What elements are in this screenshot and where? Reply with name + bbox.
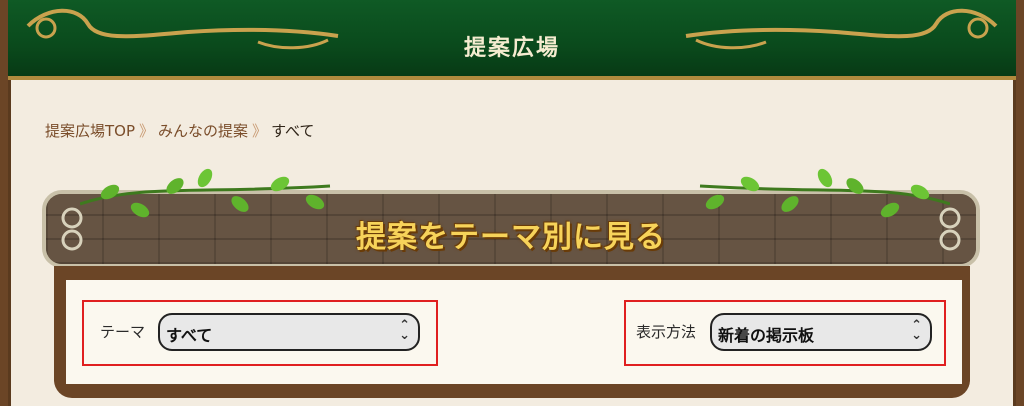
theme-select[interactable]: すべて ⌃ ⌄	[158, 313, 420, 351]
header-bar: 提案広場	[8, 0, 1016, 80]
breadcrumb-separator: 》	[139, 122, 155, 140]
page-title: 提案広場	[463, 36, 560, 61]
breadcrumb-link-top[interactable]: 提案広場TOP	[45, 122, 135, 140]
breadcrumb: 提案広場TOP 》みんなの提案》すべて	[45, 120, 314, 141]
up-down-chevron-icon: ⌃ ⌄	[911, 318, 922, 343]
up-down-chevron-icon: ⌃ ⌄	[399, 318, 410, 343]
left-vine-icon	[80, 168, 331, 218]
theme-label: テーマ	[100, 323, 146, 341]
right-vine-icon	[699, 168, 950, 218]
theme-select-value: すべて	[166, 326, 213, 345]
breadcrumb-link-proposals[interactable]: みんなの提案	[158, 122, 248, 140]
breadcrumb-separator: 》	[252, 122, 268, 140]
display-select[interactable]: 新着の掲示板 ⌃ ⌄	[710, 313, 932, 351]
display-label: 表示方法	[636, 323, 697, 341]
display-select-value: 新着の掲示板	[718, 326, 815, 345]
breadcrumb-current: すべて	[271, 122, 315, 140]
